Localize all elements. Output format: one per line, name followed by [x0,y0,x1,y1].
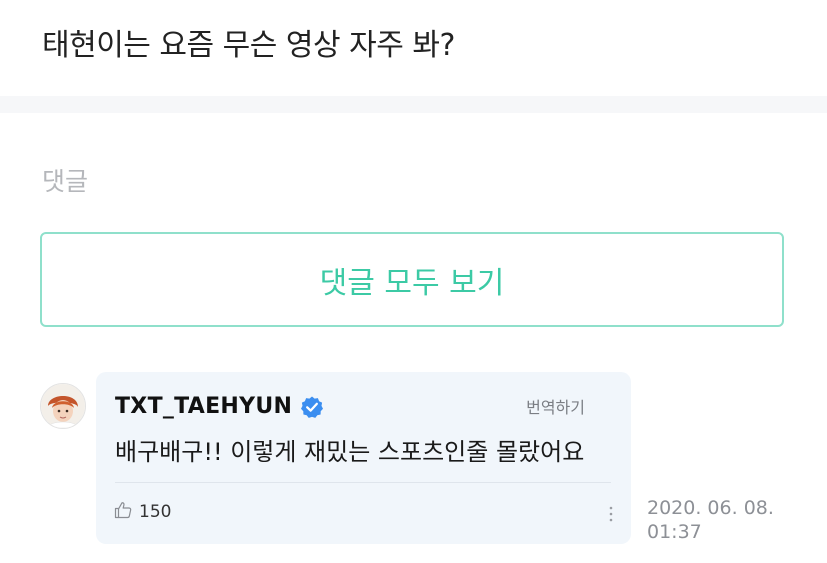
thumbs-up-icon [113,500,133,524]
comment-card: TXT_TAEHYUN 번역하기 배구배구!! 이렇게 재밌는 스포츠인줄 몰랐… [96,372,631,544]
like-count: 150 [139,502,172,522]
avatar-image [41,384,85,428]
comment-timestamp: 2020. 06. 08. 01:37 [647,496,774,544]
question-title: 태현이는 요즘 무슨 영상 자주 봐? [42,28,455,63]
comment-author-row: TXT_TAEHYUN [115,394,324,419]
comments-section-label: 댓글 [42,167,89,196]
verified-badge-icon [300,395,324,419]
translate-button[interactable]: 번역하기 [526,394,585,418]
comment-divider [115,482,611,483]
comment-author-name[interactable]: TXT_TAEHYUN [115,394,292,419]
comment-text: 배구배구!! 이렇게 재밌는 스포츠인줄 몰랐어요 [115,438,585,466]
comment-date: 2020. 06. 08. [647,497,774,519]
section-divider [0,96,827,113]
like-button[interactable]: 150 [113,500,171,524]
more-vertical-icon[interactable] [607,504,615,524]
avatar[interactable] [40,383,86,429]
view-all-comments-button[interactable]: 댓글 모두 보기 [40,232,784,327]
comment-time: 01:37 [647,521,702,543]
